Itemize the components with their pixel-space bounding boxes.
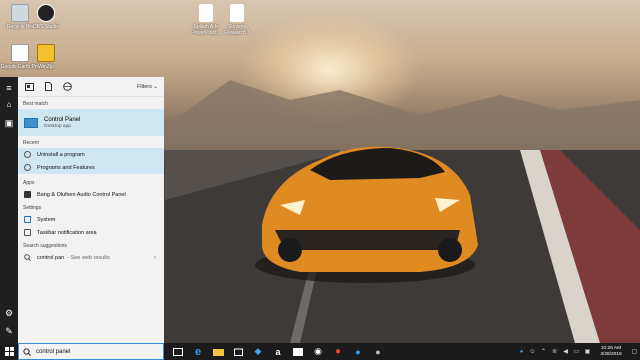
winzip-icon[interactable]: WinZip: [26, 44, 66, 70]
apps-header: Apps: [23, 180, 35, 186]
settings-icon[interactable]: ⚙: [0, 305, 18, 321]
tab-documents[interactable]: [41, 80, 55, 94]
taskbar-icon: [24, 229, 31, 236]
monitor-icon: [24, 216, 31, 223]
setting-taskbar-notification[interactable]: Taskbar notification area: [18, 226, 164, 239]
start-menu-rail: ≡ ⌂ ▣ ⚙ ✎: [0, 77, 18, 360]
tab-web[interactable]: [60, 80, 74, 94]
document-icon: [44, 82, 52, 91]
recent-item-uninstall[interactable]: Uninstall a program: [18, 148, 164, 161]
filters-dropdown[interactable]: Filters ⌄: [137, 84, 158, 90]
search-results-panel: Filters ⌄ Best match Control Panel Deskt…: [18, 77, 164, 343]
setting-system[interactable]: System: [18, 213, 164, 226]
best-match-title: Control Panel: [44, 116, 81, 123]
taskbar-pinned-apps: e ◆ a ◉ ● ● ●: [168, 343, 388, 360]
best-match-subtitle: Desktop app: [44, 123, 71, 129]
feedback-icon[interactable]: ✎: [0, 323, 18, 339]
clock-date: 3/28/2019: [600, 351, 622, 357]
taskbar-search-box[interactable]: control panel: [18, 343, 164, 360]
app-bang-olufsen[interactable]: Bang & Olufsen Audio Control Panel: [18, 188, 164, 201]
show-hidden-icons-icon[interactable]: ⌃: [538, 343, 549, 360]
app-icon-blue[interactable]: ●: [348, 343, 368, 360]
home-icon[interactable]: ⌂: [0, 96, 18, 112]
search-suggestions-header: Search suggestions: [23, 243, 67, 249]
amazon-icon[interactable]: a: [268, 343, 288, 360]
obs-studio-icon[interactable]: OBS Studio: [26, 4, 66, 30]
dashboard-icon[interactable]: ▣: [0, 115, 18, 131]
search-tabbar: Filters ⌄: [18, 77, 164, 97]
clock[interactable]: 10:26 AM 3/28/2019: [593, 346, 629, 358]
clock-icon: [24, 164, 31, 171]
chevron-right-icon[interactable]: ›: [154, 254, 156, 261]
edge-browser-icon[interactable]: e: [188, 343, 208, 360]
obs-taskbar-icon[interactable]: ◉: [308, 343, 328, 360]
network-icon[interactable]: ≋: [549, 343, 560, 360]
dropbox-icon[interactable]: ◆: [248, 343, 268, 360]
store-icon[interactable]: [228, 343, 248, 360]
battery-icon[interactable]: ▭: [571, 343, 582, 360]
document-file-icon-2[interactable]: Stevens Research 7: [217, 4, 257, 36]
audio-app-icon: [24, 191, 31, 198]
clock-icon: [24, 151, 31, 158]
windows-logo-icon: [4, 347, 14, 356]
media-player-icon[interactable]: [288, 343, 308, 360]
search-query-text: control panel: [36, 348, 71, 355]
chrome-icon[interactable]: ●: [328, 343, 348, 360]
system-tray: ● ☺ ⌃ ≋ ◀ ▭ ▣ 10:26 AM 3/28/2019 ▢: [516, 343, 640, 360]
search-icon: [23, 347, 31, 356]
tab-all[interactable]: [22, 80, 36, 94]
app-icon-dark[interactable]: ●: [368, 343, 388, 360]
start-button[interactable]: [0, 343, 18, 360]
control-panel-icon: [24, 117, 38, 128]
search-icon: [24, 254, 31, 261]
task-view-icon[interactable]: [168, 343, 188, 360]
best-match-control-panel[interactable]: Control Panel Desktop app: [18, 109, 164, 136]
recent-item-programs-features[interactable]: Programs and Features: [18, 161, 164, 174]
volume-icon[interactable]: ◀: [560, 343, 571, 360]
best-match-header: Best match: [23, 101, 49, 107]
settings-header: Settings: [23, 205, 42, 211]
people-icon[interactable]: ☺: [527, 343, 538, 360]
globe-icon: [62, 82, 72, 91]
action-center-icon[interactable]: ▢: [629, 343, 640, 360]
help-icon[interactable]: ●: [516, 343, 527, 360]
web-suggestion[interactable]: control pan - See web results ›: [18, 251, 164, 264]
hamburger-menu-icon[interactable]: ≡: [0, 80, 18, 96]
all-results-icon: [24, 82, 34, 91]
recent-header: Recent: [23, 140, 39, 146]
file-explorer-icon[interactable]: [208, 343, 228, 360]
language-icon[interactable]: ▣: [582, 343, 593, 360]
